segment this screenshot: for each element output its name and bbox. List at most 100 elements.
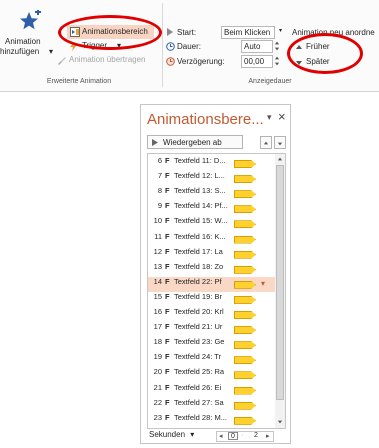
star-plus-icon [20,10,41,30]
add-animation-button[interactable]: Animation hinzufügen ▾ [0,6,53,58]
animation-target-label: Textfeld 16: K... [174,231,226,241]
close-icon[interactable]: × [278,109,286,124]
animation-timing-bar[interactable] [234,416,256,425]
animation-target-label: Textfeld 23: Ge [174,337,225,347]
animation-order-number: 18 [153,337,162,347]
animation-timing-bar[interactable] [234,371,256,380]
animation-timing-bar[interactable] [234,326,256,335]
animation-list-item[interactable]: 21 F Textfeld 26: Ei [148,383,275,398]
pane-title: Animationsbere... [147,111,264,128]
ribbon: Animation hinzufügen ▾ Animationsbereich… [0,0,379,92]
animation-order-number: 23 [153,412,162,422]
animation-list-item[interactable]: 14 F Textfeld 22: Pf ▾ [148,276,275,292]
animation-target-label: Textfeld 13: S... [174,186,226,196]
timeline-start-value: 0 [228,432,238,440]
animation-order-number: 14 [153,276,162,286]
animation-timing-bar[interactable] [234,160,256,168]
animation-painter-label: Animation übertragen [69,55,146,64]
animation-timing-bar[interactable] [234,205,256,214]
animation-type-flag: F [165,231,170,241]
animation-target-label: Textfeld 18: Zo [174,261,224,271]
play-from-button[interactable]: Wiedergeben ab [147,135,243,149]
delay-input[interactable]: 00,00 [241,55,273,68]
animation-list-item[interactable]: 22 F Textfeld 27: Sa [148,398,275,413]
animation-type-flag: F [165,261,170,271]
animation-timing-bar[interactable] [234,175,256,184]
animation-list-item[interactable]: 17 F Textfeld 21: Ur [148,322,275,337]
group-label-advanced-animation: Erweiterte Animation [46,78,112,85]
animation-timing-bar[interactable] [234,265,256,274]
animation-list-item[interactable]: 11 F Textfeld 16: K... [148,232,275,247]
scroll-down-button[interactable] [275,416,284,428]
animation-list-item[interactable]: 10 F Textfeld 15: W... [148,216,275,231]
animation-timing-bar[interactable] [234,356,256,365]
animation-target-label: Textfeld 12: L... [174,171,225,181]
animation-type-flag: F [165,307,170,316]
animation-list-item[interactable]: 20 F Textfeld 25: Ra [148,367,275,382]
move-down-button[interactable] [274,136,286,149]
animation-type-flag: F [165,397,170,407]
timeline-unit-select[interactable]: Sekunden ▾ [149,430,194,439]
add-animation-label-1: Animation [5,37,41,46]
animation-timing-bar[interactable] [234,280,256,289]
animation-order-number: 16 [153,307,162,316]
animation-target-label: Textfeld 17: La [174,246,223,256]
down-arrow-icon [277,142,283,146]
animation-list-item[interactable]: 12 F Textfeld 17: La [148,247,275,262]
animation-list-item[interactable]: 19 F Textfeld 24: Tr [148,352,275,367]
move-up-button[interactable] [260,136,272,149]
animation-list-item[interactable]: 18 F Textfeld 23: Ge [148,337,275,352]
start-select[interactable]: Beim Klicken [221,26,275,39]
animation-list-item[interactable]: 8 F Textfeld 13: S... [148,186,275,201]
animation-target-label: Textfeld 15: W... [174,216,228,226]
animation-timing-bar[interactable] [234,311,256,319]
animation-timing-bar[interactable] [234,386,256,395]
group-divider [162,3,163,87]
animation-order-number: 19 [153,352,162,362]
duration-input[interactable]: Auto [241,40,273,53]
animation-list-item[interactable]: 15 F Textfeld 19: Br [148,292,275,307]
play-icon [152,139,158,146]
animation-list-item[interactable]: 23 F Textfeld 28: M... [148,413,275,428]
animation-type-flag: F [165,276,170,286]
list-scrollbar[interactable] [275,153,286,429]
animation-type-flag: F [165,382,170,392]
spin-up-icon [274,41,280,45]
timeline-unit-caret: ▾ [190,430,195,439]
animation-type-flag: F [165,156,170,165]
animation-list-item[interactable]: 16 F Textfeld 20: Krl [148,307,275,322]
animation-order-number: 20 [153,367,162,377]
timeline-zoom[interactable]: ◂ 0 · 2 ▸ [216,431,274,442]
paint-brush-icon [58,57,66,65]
animation-target-label: Textfeld 28: M... [174,412,227,422]
delay-clock-icon [166,57,175,66]
zoom-left-icon[interactable]: ◂ [219,432,223,440]
animation-timing-bar[interactable] [234,341,256,350]
row-menu-dropdown[interactable]: ▾ [261,279,265,288]
scrollbar-thumb[interactable] [276,165,284,400]
animation-order-number: 17 [153,322,162,332]
start-select-caret[interactable]: ▾ [279,27,282,34]
animation-list-item[interactable]: 13 F Textfeld 18: Zo [148,262,275,277]
duration-spinner[interactable] [274,40,281,53]
animation-target-label: Textfeld 26: Ei [174,382,222,392]
animation-painter-button[interactable]: Animation übertragen [57,55,157,66]
animation-type-flag: F [165,337,170,347]
scroll-up-button[interactable] [275,154,284,164]
pane-options-dropdown[interactable]: ▾ [267,112,272,123]
animation-order-number: 11 [154,231,162,241]
animation-timing-bar[interactable] [234,401,256,410]
add-animation-label-2: hinzufügen [0,47,40,56]
animation-timing-bar[interactable] [234,295,256,304]
delay-spinner[interactable] [274,55,281,68]
animation-list-item[interactable]: 7 F Textfeld 12: L... [148,171,275,186]
spin-down-icon [274,62,280,66]
animation-list-item[interactable]: 6 F Textfeld 11: D... [148,156,275,171]
animation-type-flag: F [165,367,170,377]
animation-list-item[interactable]: 9 F Textfeld 14: Pf... [148,201,275,216]
animation-timing-bar[interactable] [234,250,256,259]
animation-timing-bar[interactable] [234,220,256,229]
animation-timing-bar[interactable] [234,190,256,199]
zoom-right-icon[interactable]: ▸ [266,432,270,440]
animation-timing-bar[interactable] [234,235,256,244]
